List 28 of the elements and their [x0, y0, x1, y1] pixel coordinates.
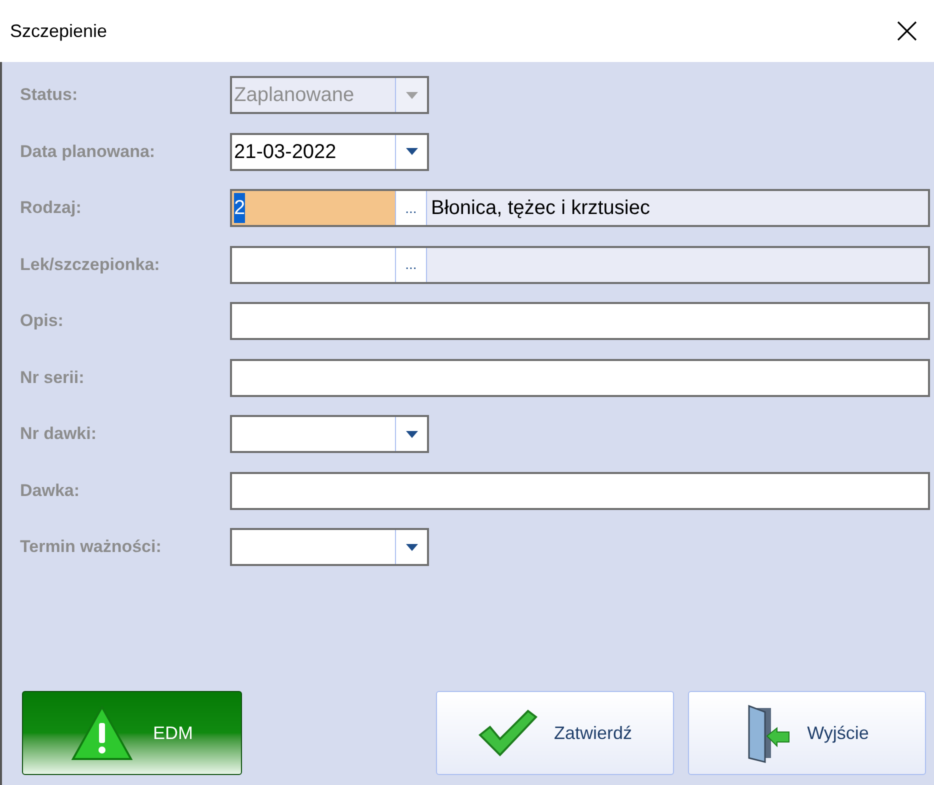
dropdown-field[interactable]	[230, 415, 429, 453]
dropdown-field[interactable]: 21-03-2022	[230, 132, 429, 170]
field-label: Dawka:	[20, 480, 81, 502]
dropdown-value: 21-03-2022	[234, 140, 336, 164]
field-label: Rodzaj:	[20, 197, 82, 220]
field-label: Lek/szczepionka:	[20, 254, 161, 276]
window-title: Szczepienie	[10, 20, 108, 43]
close-icon	[897, 21, 917, 41]
caret-icon	[406, 148, 418, 155]
input-field[interactable]	[230, 358, 930, 396]
field-label: Data planowana:	[20, 140, 156, 163]
caret-icon	[406, 430, 418, 438]
caret-icon	[406, 544, 418, 550]
edm-button[interactable]: EDM	[22, 691, 242, 775]
field-label: Nr dawki:	[20, 423, 98, 446]
caret-icon	[406, 92, 418, 98]
input-field[interactable]	[230, 302, 930, 340]
input-field[interactable]	[230, 472, 930, 510]
field-label: Status:	[20, 84, 79, 106]
warning-icon	[71, 705, 133, 761]
field-label: Opis:	[20, 310, 64, 332]
dropdown-field[interactable]	[230, 528, 429, 566]
checkmark-icon	[478, 709, 538, 757]
confirm-button[interactable]: Zatwierdź	[436, 691, 674, 775]
dropdown-value: Zaplanowane	[234, 83, 354, 108]
field-label: Nr serii:	[20, 366, 86, 389]
exit-button[interactable]: Wyjście	[688, 691, 926, 775]
field-label: Termin ważności:	[20, 536, 162, 558]
